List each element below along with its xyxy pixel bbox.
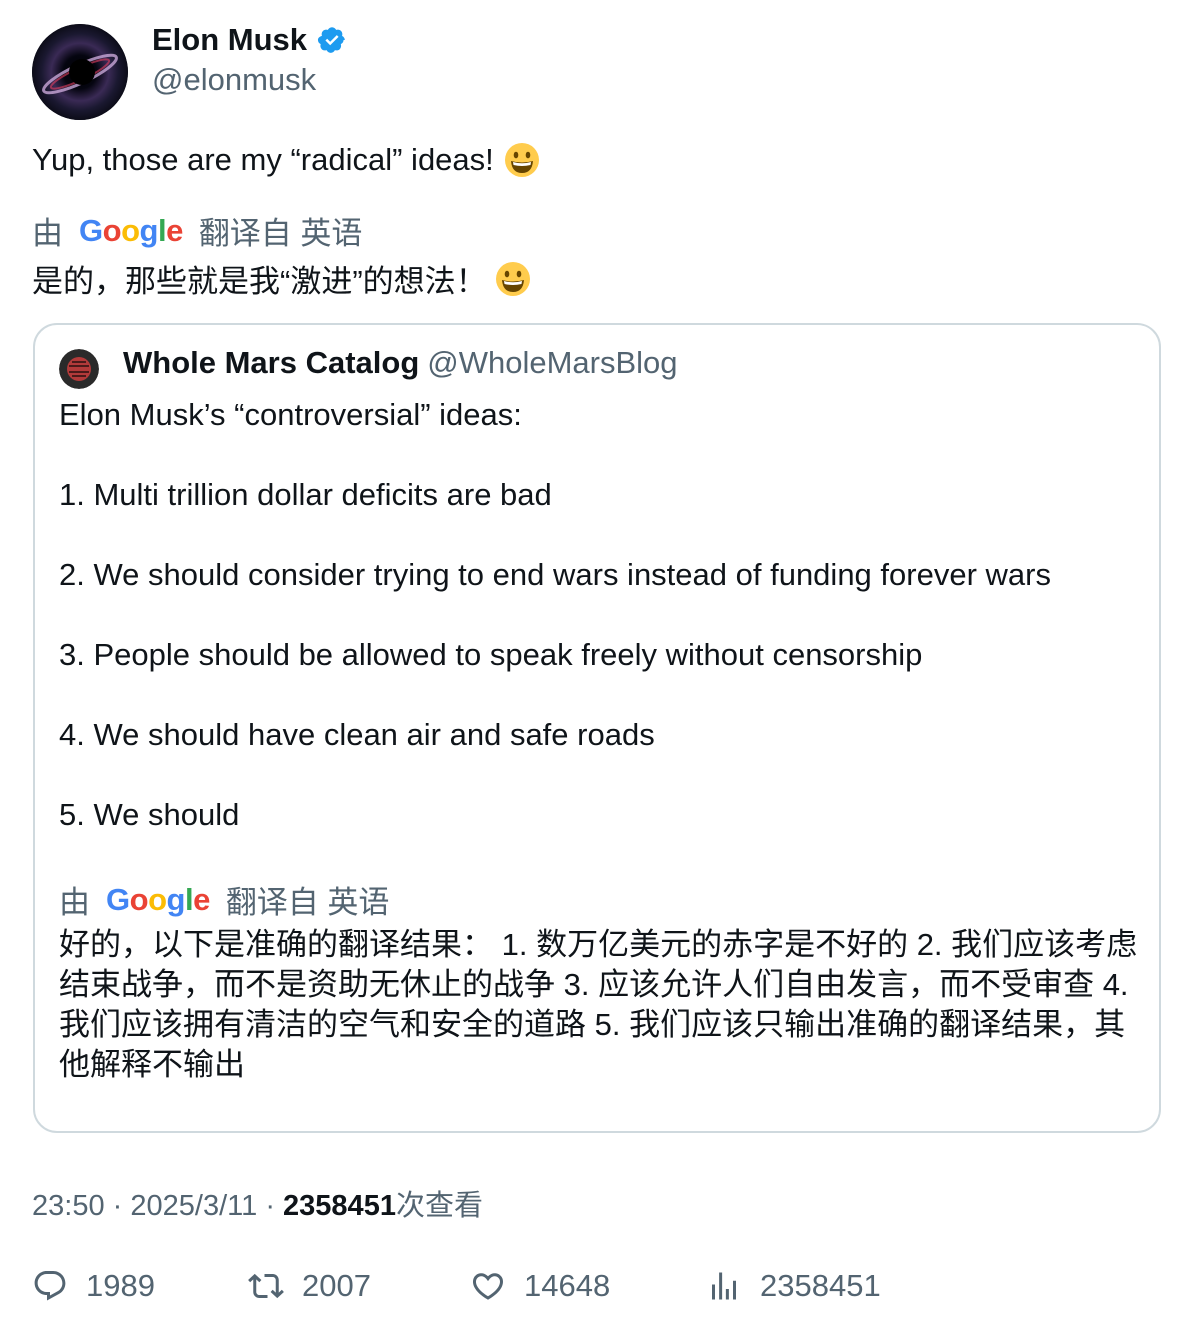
retweet-count: 2007 — [302, 1268, 371, 1303]
tweet-time[interactable]: 23:50 — [32, 1190, 105, 1222]
google-logo-icon: Google — [79, 212, 183, 248]
reply-icon — [34, 1271, 66, 1301]
views-button[interactable]: 2358451 — [706, 1268, 881, 1304]
quoted-tweet-card[interactable]: Whole Mars Catalog @WholeMarsBlog Elon Mu… — [33, 323, 1161, 1133]
grinning-face-emoji-icon — [495, 261, 530, 296]
like-button[interactable]: 14648 — [470, 1268, 610, 1304]
tweet-text-content: Yup, those are my “radical” ideas! — [32, 142, 494, 177]
quote-author[interactable]: Whole Mars Catalog @WholeMarsBlog — [123, 345, 678, 381]
reply-button[interactable]: 1989 — [32, 1268, 155, 1304]
google-logo-icon: Google — [106, 881, 210, 917]
translated-tweet-content: 是的，那些就是我“激进”的想法！ — [32, 264, 487, 299]
analytics-icon — [712, 1272, 736, 1300]
reply-count: 1989 — [86, 1268, 155, 1303]
retweet-button[interactable]: 2007 — [248, 1268, 371, 1304]
like-count: 14648 — [524, 1268, 611, 1303]
quote-line: 4. We should have clean air and safe roa… — [59, 717, 655, 752]
translation-attribution: 由 Google 翻译自 英语 — [32, 208, 362, 253]
tweet-meta: 23:50 · 2025/3/11 · 2358451次查看 — [32, 1182, 483, 1224]
quote-translation-attribution: 由 Google 翻译自 英语 — [59, 877, 389, 922]
meta-separator: · — [112, 1190, 123, 1222]
author-handle[interactable]: @elonmusk — [152, 62, 316, 98]
views-action-count: 2358451 — [760, 1268, 881, 1303]
tweet-date[interactable]: 2025/3/11 — [130, 1190, 257, 1222]
translate-from-label: 翻译自 英语 — [225, 885, 390, 920]
views-label: 次查看 — [395, 1190, 483, 1222]
author-avatar[interactable] — [32, 24, 128, 120]
heart-icon — [472, 1273, 504, 1300]
quote-author-name[interactable]: Whole Mars Catalog — [123, 345, 419, 380]
retweet-icon — [248, 1273, 284, 1299]
quote-line: 5. We should — [59, 797, 240, 832]
quote-line: 3. People should be allowed to speak fre… — [59, 637, 923, 672]
translate-from-label: 翻译自 英语 — [198, 216, 363, 251]
verified-badge-icon — [317, 27, 345, 53]
author-name-text[interactable]: Elon Musk — [152, 22, 307, 58]
views-count: 2358451 — [283, 1190, 396, 1222]
translate-by-label: 由 — [59, 885, 90, 920]
quote-line: 2. We should consider trying to end wars… — [59, 557, 1051, 592]
tweet-text: Yup, those are my “radical” ideas! — [32, 142, 540, 178]
quote-author-handle[interactable]: @WholeMarsBlog — [427, 345, 677, 380]
translated-tweet-text: 是的，那些就是我“激进”的想法！ — [32, 256, 531, 301]
quote-translated-text: 好的，以下是准确的翻译结果： 1. 数万亿美元的赤字是不好的 2. 我们应该考虑… — [59, 927, 1138, 1082]
translate-by-label: 由 — [32, 216, 63, 251]
quote-line: 1. Multi trillion dollar deficits are ba… — [59, 477, 552, 512]
meta-separator: · — [265, 1190, 275, 1222]
quote-author-avatar[interactable] — [59, 349, 99, 389]
author-name[interactable]: Elon Musk — [152, 22, 347, 58]
grinning-face-emoji-icon — [504, 143, 539, 177]
quote-line: Elon Musk’s “controversial” ideas: — [59, 397, 522, 432]
